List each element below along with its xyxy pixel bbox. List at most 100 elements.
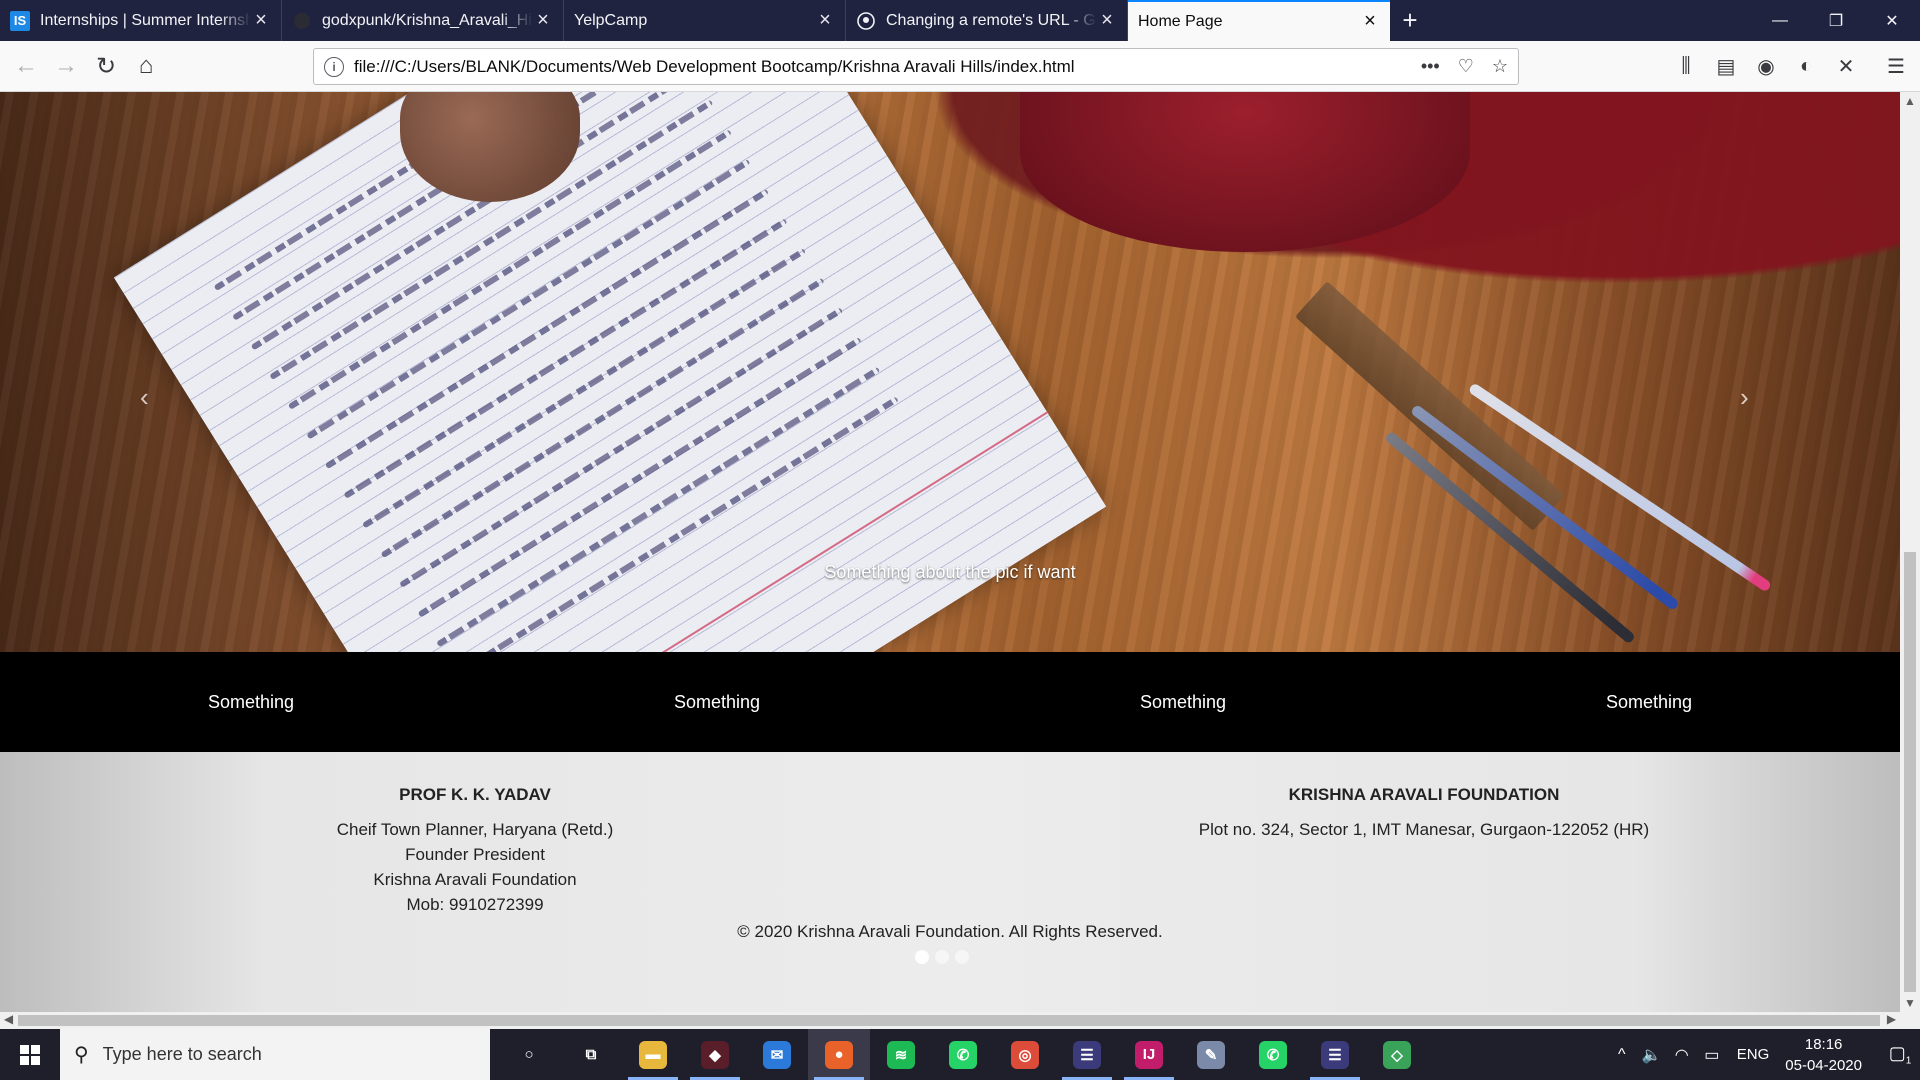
scroll-down-icon[interactable]: ▼ <box>1900 996 1920 1010</box>
tab-title: YelpCamp <box>574 11 648 29</box>
footer-line: Cheif Town Planner, Haryana (Retd.) <box>336 820 614 839</box>
taskbar-app-button[interactable]: ☰ <box>1056 1029 1118 1080</box>
home-button[interactable]: ⌂ <box>126 46 166 86</box>
reload-button[interactable]: ↻ <box>86 46 126 86</box>
taskbar-app-button[interactable]: ▬ <box>622 1029 684 1080</box>
scroll-left-icon[interactable]: ◀ <box>0 1012 17 1026</box>
system-clock[interactable]: 18:16 05-04-2020 <box>1785 1034 1862 1076</box>
scroll-up-icon[interactable]: ▲ <box>1900 94 1920 108</box>
address-bar[interactable]: i file:///C:/Users/BLANK/Documents/Web D… <box>313 48 1519 85</box>
eclipse-icon-2: ☰ <box>1321 1040 1349 1069</box>
spotify-icon: ≋ <box>887 1040 915 1069</box>
taskbar-app-button[interactable]: ⧉ <box>560 1029 622 1080</box>
taskbar-app-button[interactable]: ✉ <box>746 1029 808 1080</box>
task-view-icon: ⧉ <box>577 1040 605 1069</box>
whatsapp-icon-2: ✆ <box>1259 1040 1287 1069</box>
pocket-icon[interactable]: ♡ <box>1458 56 1474 77</box>
eclipse-icon: ☰ <box>1073 1040 1101 1069</box>
close-tab-icon[interactable]: × <box>815 9 835 32</box>
close-tab-icon[interactable]: × <box>1097 9 1117 32</box>
feature-item: Something <box>207 692 295 712</box>
github-icon <box>292 11 312 31</box>
mail-icon: ✉ <box>763 1040 791 1069</box>
tab-github-repo[interactable]: godxpunk/Krishna_Aravali_Hills × <box>282 0 564 41</box>
volume-icon[interactable]: 🔈 <box>1637 1045 1667 1065</box>
game-app-icon: ◆ <box>701 1040 729 1069</box>
footer-person-name: PROF K. K. YADAV <box>399 785 551 804</box>
vertical-scroll-thumb[interactable] <box>1904 552 1916 992</box>
taskbar-app-icons: ○ ⧉ ▬ ◆ ✉ ● ≋ ✆ ◎ ☰ IJ ✎ ✆ ☰ ◇ <box>498 1029 1428 1080</box>
sidebar-icon[interactable]: ▤ <box>1706 47 1746 87</box>
tab-home-page[interactable]: Home Page × <box>1128 0 1390 41</box>
wifi-icon[interactable]: ◠ <box>1667 1045 1697 1065</box>
scroll-right-icon[interactable]: ▶ <box>1883 1012 1900 1026</box>
carousel-next-button[interactable]: › <box>1740 382 1749 413</box>
taskbar-app-button[interactable]: ≋ <box>870 1029 932 1080</box>
carousel-indicator[interactable] <box>915 950 929 964</box>
restore-window-icon[interactable]: ❐ <box>1808 0 1864 41</box>
close-window-icon[interactable]: ✕ <box>1864 0 1920 41</box>
show-hidden-icons-icon[interactable]: ^ <box>1607 1046 1637 1064</box>
close-tab-icon[interactable]: × <box>533 9 553 32</box>
extension-icon[interactable]: ◐ <box>1786 47 1826 87</box>
carousel-indicator[interactable] <box>935 950 949 964</box>
footer-line: Mob: 9910272399 <box>406 895 544 914</box>
close-tab-icon[interactable]: × <box>251 9 271 32</box>
tab-title: Home Page <box>1138 12 1223 30</box>
taskbar-app-button[interactable]: ☰ <box>1304 1029 1366 1080</box>
taskbar-app-button[interactable]: ◎ <box>994 1029 1056 1080</box>
windows-logo-icon <box>20 1044 40 1065</box>
taskbar-app-button[interactable]: ✆ <box>932 1029 994 1080</box>
forward-button[interactable]: → <box>46 46 86 86</box>
taskbar-app-button[interactable]: ✎ <box>1180 1029 1242 1080</box>
taskbar-app-button[interactable]: ◆ <box>684 1029 746 1080</box>
browser-tab-strip: IS Internships | Summer Internships × go… <box>0 0 1920 41</box>
library-icon[interactable]: ⫼ <box>1666 47 1706 87</box>
notification-count: 1 <box>1905 1055 1912 1067</box>
horizontal-scrollbar[interactable]: ◀ ▶ <box>0 1012 1920 1029</box>
taskbar-app-button[interactable]: ◇ <box>1366 1029 1428 1080</box>
cortana-icon: ○ <box>515 1040 543 1069</box>
chrome-icon: ◎ <box>1011 1040 1039 1069</box>
taskbar-app-button[interactable]: ● <box>808 1029 870 1080</box>
back-button[interactable]: ← <box>6 46 46 86</box>
start-button[interactable] <box>0 1029 60 1080</box>
account-icon[interactable]: ◉ <box>1746 47 1786 87</box>
input-language[interactable]: ENG <box>1737 1046 1770 1063</box>
carousel-prev-button[interactable]: ‹ <box>140 382 149 413</box>
bookmark-star-icon[interactable]: ☆ <box>1492 56 1508 77</box>
carousel-indicator[interactable] <box>955 950 969 964</box>
taskbar-app-button[interactable]: IJ <box>1118 1029 1180 1080</box>
tab-github-remote-url[interactable]: Changing a remote's URL - GitHub × <box>846 0 1128 41</box>
url-text[interactable]: file:///C:/Users/BLANK/Documents/Web Dev… <box>354 57 1421 77</box>
system-tray: ^ 🔈 ◠ ▭ ENG 18:16 05-04-2020 ▢1 <box>1607 1029 1920 1080</box>
page-actions-icon[interactable]: ••• <box>1421 56 1440 77</box>
taskbar-app-button[interactable]: ✆ <box>1242 1029 1304 1080</box>
menu-icon[interactable]: ☰ <box>1876 47 1916 87</box>
git-icon: ◇ <box>1383 1040 1411 1069</box>
action-center-icon[interactable]: ▢1 <box>1880 1043 1920 1067</box>
feature-item: Something <box>1139 692 1227 712</box>
tab-internships[interactable]: IS Internships | Summer Internships × <box>0 0 282 41</box>
tab-title: godxpunk/Krishna_Aravali_Hills <box>322 11 533 29</box>
horizontal-scroll-thumb[interactable] <box>18 1015 1880 1026</box>
carousel-photo-sleeve <box>1020 92 1470 252</box>
firefox-icon: ● <box>825 1040 853 1069</box>
taskbar-app-button[interactable]: ○ <box>498 1029 560 1080</box>
taskbar-search-box[interactable]: ⚲ Type here to search <box>60 1029 490 1080</box>
footer-line: Krishna Aravali Foundation <box>373 870 577 889</box>
footer-copyright: © 2020 Krishna Aravali Foundation. All R… <box>737 922 1163 941</box>
extension-x-icon[interactable]: ✕ <box>1826 47 1866 87</box>
new-tab-button[interactable]: + <box>1390 0 1430 41</box>
site-info-icon[interactable]: i <box>324 56 344 77</box>
footer-org-name: KRISHNA ARAVALI FOUNDATION <box>1288 785 1560 804</box>
vertical-scrollbar[interactable]: ▲ ▼ <box>1900 92 1920 1012</box>
footer-address: Plot no. 324, Sector 1, IMT Manesar, Gur… <box>1198 820 1650 839</box>
feature-item: Something <box>673 692 761 712</box>
minimize-window-icon[interactable]: — <box>1752 0 1808 41</box>
battery-icon[interactable]: ▭ <box>1697 1045 1727 1065</box>
clock-time: 18:16 <box>1804 1035 1843 1053</box>
tab-yelpcamp[interactable]: YelpCamp × <box>564 0 846 41</box>
footer-contact-person: PROF K. K. YADAV Cheif Town Planner, Har… <box>337 782 614 917</box>
close-tab-icon[interactable]: × <box>1360 10 1380 33</box>
